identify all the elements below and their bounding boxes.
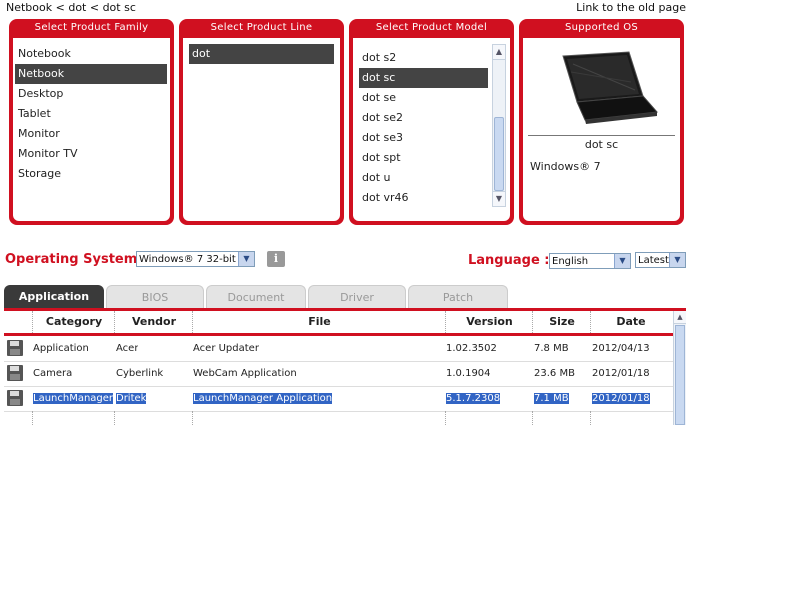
list-item[interactable]: dot vr46 [359,188,488,208]
list-item-selected[interactable]: Netbook [15,64,167,84]
scroll-up-icon[interactable]: ▲ [674,311,686,324]
os-select-value: Windows® 7 32-bit [139,254,236,265]
product-line-list[interactable]: dot [189,44,334,64]
list-item[interactable]: Monitor [15,124,170,144]
cell-size: 7.1 MB [534,393,569,404]
tab-application[interactable]: Application [4,285,104,308]
breadcrumb: Netbook < dot < dot sc [6,1,136,14]
scroll-up-icon[interactable]: ▲ [493,45,505,60]
cell-category: LaunchManager [33,393,114,404]
version-select-value: Latest [638,255,669,266]
column-guides [4,411,674,425]
operating-system-label: Operating System : [5,252,147,267]
os-model-name: dot sc [584,138,619,151]
panel-title: Select Product Model [375,22,488,33]
product-model-list[interactable]: dot s2 dot sc dot se dot se2 dot se3 dot… [359,48,488,208]
chevron-down-icon[interactable]: ▼ [238,252,254,266]
cell-vendor: Cyberlink [116,368,164,379]
language-label: Language : [468,253,550,268]
list-item[interactable]: Tablet [15,104,170,124]
list-item[interactable]: Monitor TV [15,144,170,164]
list-item[interactable]: dot s2 [359,48,488,68]
list-item-selected[interactable]: dot [189,44,334,64]
language-select[interactable]: English ▼ [549,253,631,269]
tab-patch[interactable]: Patch [408,285,508,308]
header-vendor[interactable]: Vendor [114,311,193,333]
list-item[interactable]: Notebook [15,44,170,64]
downloads-table: Category Vendor File Version Size Date A… [4,311,686,425]
cell-size: 7.8 MB [534,343,569,354]
language-select-value: English [552,256,589,267]
save-icon[interactable] [7,340,23,356]
chevron-down-icon[interactable]: ▼ [614,254,630,268]
header-category[interactable]: Category [32,311,115,333]
list-item[interactable]: Storage [15,164,170,184]
cell-vendor: Acer [116,343,139,354]
cell-date: 2012/01/18 [592,368,650,379]
header-version[interactable]: Version [445,311,533,333]
cell-version: 1.02.3502 [446,343,497,354]
list-item[interactable]: Desktop [15,84,170,104]
cell-vendor: Dritek [116,393,147,404]
tab-driver[interactable]: Driver [308,285,406,308]
save-icon[interactable] [7,365,23,381]
panel-title: Supported OS [564,22,639,33]
cell-file: Acer Updater [193,343,259,354]
scroll-down-icon[interactable]: ▼ [493,191,505,206]
version-select[interactable]: Latest ▼ [635,252,686,268]
supported-os-panel: Supported OS dot sc Windows® 7 [519,19,684,225]
scroll-thumb[interactable] [494,117,504,191]
product-family-panel: Select Product Family Notebook Netbook D… [9,19,174,225]
divider [528,135,675,136]
table-row[interactable]: Camera Cyberlink WebCam Application 1.0.… [4,362,674,387]
cell-date: 2012/04/13 [592,343,650,354]
cell-date: 2012/01/18 [592,393,650,404]
old-page-link[interactable]: Link to the old page [576,1,686,14]
cell-version: 5.1.7.2308 [446,393,501,404]
list-item[interactable]: dot u [359,168,488,188]
cell-category: Camera [33,368,73,379]
list-item[interactable]: dot spt [359,148,488,168]
os-name: Windows® 7 [530,160,601,173]
chevron-down-icon[interactable]: ▼ [669,253,685,267]
panel-title: Select Product Line [210,22,313,33]
table-row[interactable]: Application Acer Acer Updater 1.02.3502 … [4,337,674,362]
cell-file: LaunchManager Application [193,393,333,404]
list-item[interactable]: dot se [359,88,488,108]
list-item[interactable]: dot se3 [359,128,488,148]
header-file[interactable]: File [192,311,446,333]
header-size[interactable]: Size [532,311,591,333]
list-item[interactable]: dot se2 [359,108,488,128]
cell-category: Application [33,343,89,354]
product-family-list[interactable]: Notebook Netbook Desktop Tablet Monitor … [15,44,170,184]
list-item-selected[interactable]: dot sc [359,68,488,88]
laptop-image [562,51,659,124]
panel-title: Select Product Family [34,22,149,33]
model-list-scrollbar[interactable]: ▲ ▼ [492,44,506,207]
table-row-selected[interactable]: LaunchManager Dritek LaunchManager Appli… [4,387,674,412]
table-scrollbar[interactable]: ▲ [673,311,686,425]
info-icon[interactable]: i [267,251,285,267]
product-line-panel: Select Product Line dot [179,19,344,225]
cell-file: WebCam Application [193,368,297,379]
header-date[interactable]: Date [590,311,671,333]
scroll-thumb[interactable] [675,325,685,425]
save-icon[interactable] [7,390,23,406]
tab-document[interactable]: Document [206,285,306,308]
tab-bios[interactable]: BIOS [106,285,204,308]
cell-size: 23.6 MB [534,368,575,379]
os-select[interactable]: Windows® 7 32-bit ▼ [136,251,255,267]
table-header: Category Vendor File Version Size Date [4,311,674,336]
product-model-panel: Select Product Model dot s2 dot sc dot s… [349,19,514,225]
cell-version: 1.0.1904 [446,368,491,379]
